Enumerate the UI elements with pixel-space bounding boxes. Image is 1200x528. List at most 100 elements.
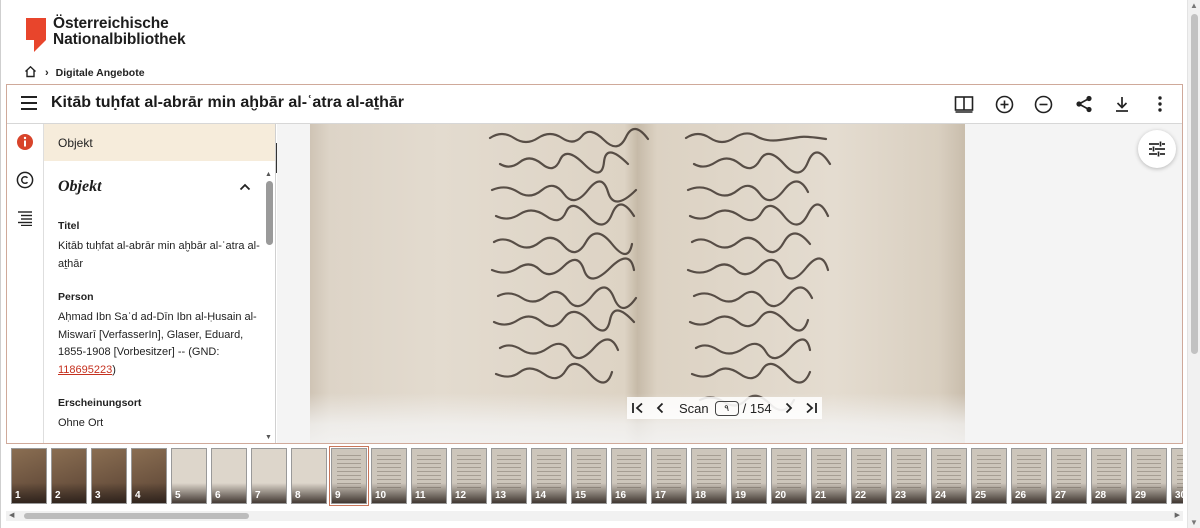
logo-line-2: Nationalbibliothek bbox=[53, 31, 186, 48]
titel-value: Kitāb tuḥfat al-abrār min aḫbār al-ʿatra… bbox=[58, 240, 260, 270]
thumbnail-scrollbar[interactable]: ◀ ▶ bbox=[6, 511, 1183, 521]
thumbnail-number: 8 bbox=[295, 490, 301, 501]
thumbnail-item[interactable]: 28 bbox=[1091, 448, 1127, 504]
scroll-down-icon[interactable]: ▼ bbox=[265, 434, 272, 441]
thumbnail-number: 9 bbox=[335, 490, 341, 501]
thumbnail-number: 26 bbox=[1015, 490, 1027, 501]
thumbnail-item[interactable]: 1 bbox=[11, 448, 47, 504]
first-page-icon[interactable] bbox=[627, 397, 649, 419]
table-of-contents-icon[interactable] bbox=[16, 209, 34, 227]
person-close: ) bbox=[112, 363, 116, 376]
last-page-icon[interactable] bbox=[800, 397, 822, 419]
thumbnail-item[interactable]: 21 bbox=[811, 448, 847, 504]
thumbnail-number: 15 bbox=[575, 490, 587, 501]
thumbnail-list: 1 2 3 4 5 6 7 8 9 10 11 12 13 14 15 16 17 18 19 20 21 22 23 24 2… bbox=[11, 446, 1183, 506]
thumbnail-item[interactable]: 10 bbox=[371, 448, 407, 504]
breadcrumb-current[interactable]: Digitale Angebote bbox=[56, 67, 145, 79]
panel-scrollbar[interactable]: ▲ ▼ bbox=[265, 171, 274, 441]
thumbnail-item[interactable]: 29 bbox=[1131, 448, 1167, 504]
onb-logo[interactable]: Österreichische Nationalbibliothek bbox=[26, 16, 186, 52]
menu-icon[interactable] bbox=[21, 96, 37, 110]
thumbnail-number: 28 bbox=[1095, 490, 1107, 501]
thumbnail-scroll-thumb[interactable] bbox=[24, 513, 249, 519]
thumbnail-item[interactable]: 17 bbox=[651, 448, 687, 504]
page-scrollbar[interactable]: ▲ ▼ bbox=[1187, 0, 1200, 528]
book-view-icon[interactable] bbox=[953, 93, 975, 115]
info-icon[interactable] bbox=[16, 133, 34, 151]
manuscript-image[interactable] bbox=[310, 124, 965, 443]
thumbnail-item[interactable]: 26 bbox=[1011, 448, 1047, 504]
scroll-up-icon[interactable]: ▲ bbox=[265, 171, 272, 178]
scroll-left-icon[interactable]: ◀ bbox=[9, 511, 14, 519]
thumbnail-item[interactable]: 30 bbox=[1171, 448, 1183, 504]
page-scroll-down-icon[interactable]: ▼ bbox=[1190, 518, 1198, 527]
thumbnail-item[interactable]: 22 bbox=[851, 448, 887, 504]
thumbnail-item[interactable]: 5 bbox=[171, 448, 207, 504]
thumbnail-item[interactable]: 20 bbox=[771, 448, 807, 504]
thumbnail-item[interactable]: 6 bbox=[211, 448, 247, 504]
thumbnail-item[interactable]: 7 bbox=[251, 448, 287, 504]
thumbnail-number: 30 bbox=[1175, 490, 1183, 501]
logo-line-1: Österreichische bbox=[53, 15, 169, 32]
thumbnail-number: 1 bbox=[15, 490, 21, 501]
chevron-up-icon[interactable] bbox=[239, 178, 251, 196]
thumbnail-number: 18 bbox=[695, 490, 707, 501]
copyright-icon[interactable] bbox=[16, 171, 34, 189]
thumbnail-item[interactable]: 4 bbox=[131, 448, 167, 504]
thumbnail-item[interactable]: 8 bbox=[291, 448, 327, 504]
tab-objekt[interactable]: Objekt bbox=[44, 124, 275, 161]
thumbnail-number: 22 bbox=[855, 490, 867, 501]
viewer-title: Kitāb tuḥfat al-abrār min aḫbār al-ʿatra… bbox=[51, 94, 404, 111]
thumbnail-item[interactable]: 24 bbox=[931, 448, 967, 504]
thumbnail-number: 23 bbox=[895, 490, 907, 501]
scan-total: / 154 bbox=[742, 400, 772, 416]
gnd-link[interactable]: 118695223 bbox=[58, 364, 112, 376]
zoom-in-icon[interactable] bbox=[993, 93, 1015, 115]
previous-page-icon[interactable] bbox=[649, 397, 671, 419]
thumbnail-number: 6 bbox=[215, 490, 221, 501]
scan-number-input[interactable]: ٩ bbox=[714, 400, 739, 416]
thumbnail-item[interactable]: 19 bbox=[731, 448, 767, 504]
thumbnail-item[interactable]: 13 bbox=[491, 448, 527, 504]
thumbnail-number: 10 bbox=[375, 490, 387, 501]
thumbnail-item[interactable]: 11 bbox=[411, 448, 447, 504]
home-icon[interactable] bbox=[24, 65, 37, 81]
image-adjust-button[interactable] bbox=[1138, 130, 1176, 168]
breadcrumb: › Digitale Angebote bbox=[24, 65, 145, 81]
image-stage[interactable]: Scan ٩ / 154 bbox=[277, 124, 1182, 443]
thumbnail-number: 27 bbox=[1055, 490, 1067, 501]
person-label: Person bbox=[58, 291, 94, 303]
thumbnail-item[interactable]: 15 bbox=[571, 448, 607, 504]
thumbnail-item[interactable]: 3 bbox=[91, 448, 127, 504]
object-panel: Objekt Objekt Titel Kitāb tuḥfat al-abrā… bbox=[44, 124, 276, 443]
download-icon[interactable] bbox=[1111, 93, 1133, 115]
thumbnail-item[interactable]: 27 bbox=[1051, 448, 1087, 504]
thumbnail-number: 14 bbox=[535, 490, 547, 501]
thumbnail-item[interactable]: 25 bbox=[971, 448, 1007, 504]
zoom-out-icon[interactable] bbox=[1032, 93, 1054, 115]
more-options-icon[interactable] bbox=[1149, 93, 1171, 115]
tune-icon bbox=[1149, 141, 1165, 157]
thumbnail-number: 24 bbox=[935, 490, 947, 501]
panel-scroll-thumb[interactable] bbox=[266, 181, 273, 245]
erscheinungsort-value: Ohne Ort bbox=[58, 417, 104, 429]
page-scroll-up-icon[interactable]: ▲ bbox=[1190, 1, 1198, 10]
thumbnail-item[interactable]: 18 bbox=[691, 448, 727, 504]
thumbnail-number: 16 bbox=[615, 490, 627, 501]
thumbnail-item[interactable]: 23 bbox=[891, 448, 927, 504]
panel-body: Objekt Titel Kitāb tuḥfat al-abrār min a… bbox=[44, 178, 275, 433]
thumbnail-item[interactable]: 16 bbox=[611, 448, 647, 504]
thumbnail-number: 29 bbox=[1135, 490, 1147, 501]
next-page-icon[interactable] bbox=[778, 397, 800, 419]
thumbnail-number: 20 bbox=[775, 490, 787, 501]
scroll-right-icon[interactable]: ▶ bbox=[1175, 511, 1180, 519]
thumbnail-item[interactable]: 2 bbox=[51, 448, 87, 504]
thumbnail-item[interactable]: 9 bbox=[329, 446, 369, 506]
section-header[interactable]: Objekt bbox=[58, 178, 261, 196]
thumbnail-item[interactable]: 12 bbox=[451, 448, 487, 504]
page-scroll-thumb[interactable] bbox=[1191, 14, 1198, 354]
thumbnail-number: 5 bbox=[175, 490, 181, 501]
thumbnail-item[interactable]: 14 bbox=[531, 448, 567, 504]
breadcrumb-chevron-icon: › bbox=[45, 67, 49, 79]
share-icon[interactable] bbox=[1073, 93, 1095, 115]
